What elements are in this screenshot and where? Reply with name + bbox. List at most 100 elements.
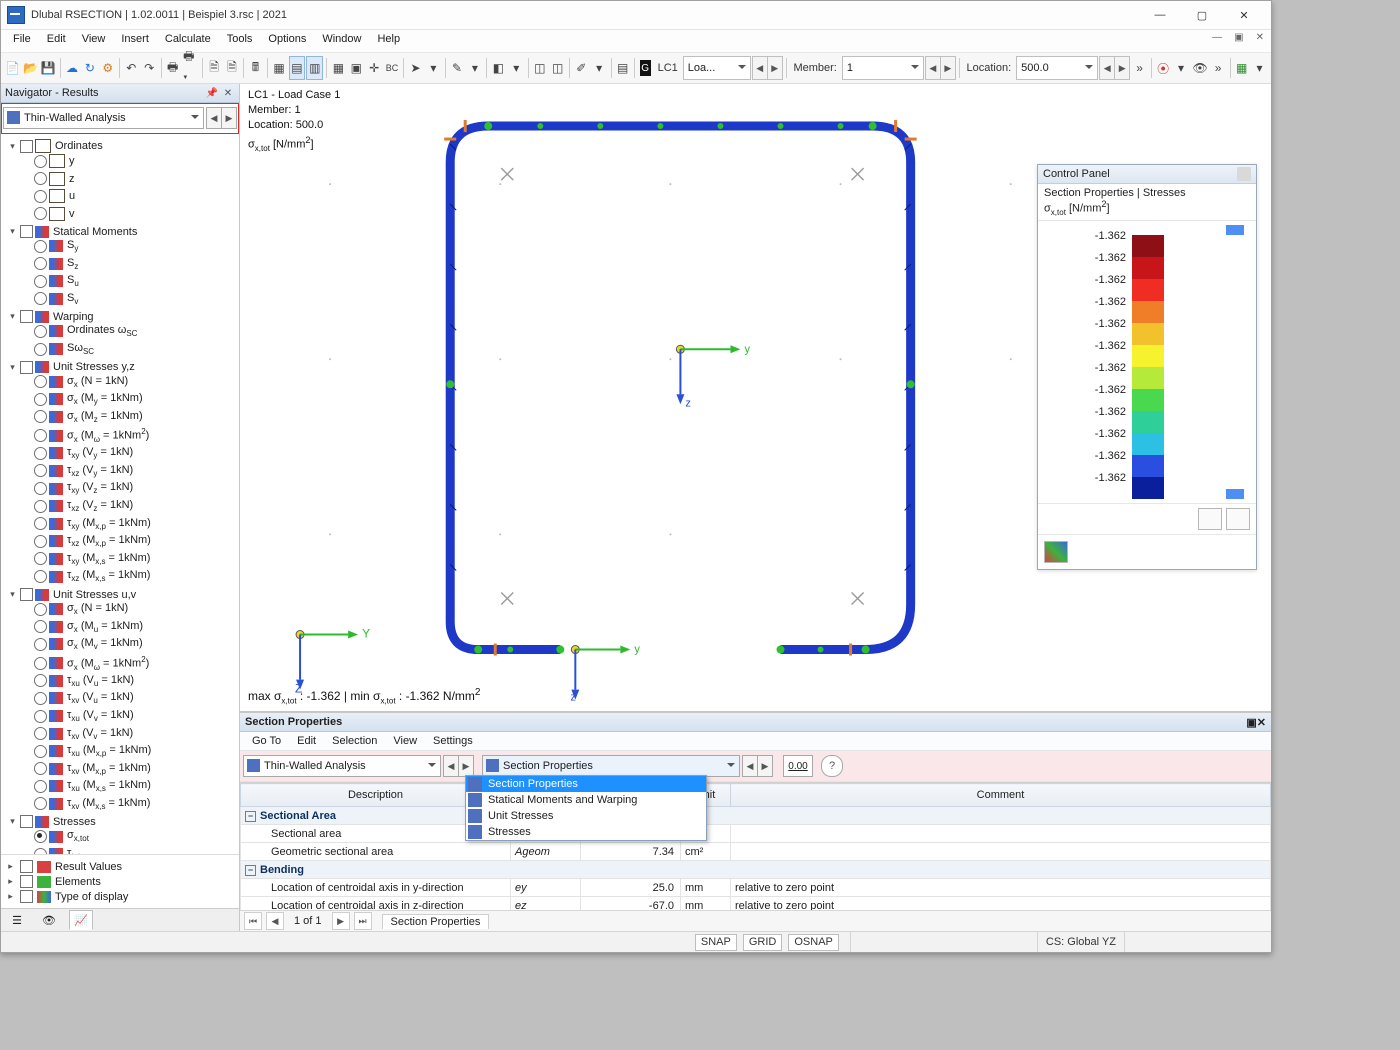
props-menu-edit[interactable]: Edit	[289, 734, 324, 748]
props-menu-view[interactable]: View	[385, 734, 425, 748]
tree-item[interactable]: τxy (Mx,s = 1kNm)	[21, 551, 237, 569]
tree-item[interactable]: Sz	[21, 256, 237, 274]
legend-handle-top[interactable]	[1226, 225, 1244, 235]
tree-item[interactable]: σx (Mu = 1kNm)	[21, 619, 237, 637]
tree-group-usuv[interactable]: ▾Unit Stresses u,vσx (N = 1kN)σx (Mu = 1…	[7, 587, 237, 814]
tree-item[interactable]: σx (Mω = 1kNm2)	[21, 654, 237, 673]
gear-icon[interactable]: ⚙	[99, 56, 116, 80]
arrow-dd-icon[interactable]: ▾	[425, 56, 442, 80]
lc-next[interactable]: ▶	[767, 56, 783, 80]
print-dd-icon[interactable]: 🖶▾	[182, 56, 199, 80]
print-icon[interactable]: 🖶	[164, 56, 181, 80]
props-pin-icon[interactable]: ▣	[1246, 716, 1256, 729]
view-wire-icon[interactable]: ▦	[271, 56, 288, 80]
mdi-max[interactable]: ▣	[1231, 32, 1246, 43]
menu-view[interactable]: View	[74, 30, 114, 52]
legend-handle-bottom[interactable]	[1226, 489, 1244, 499]
cloud-icon[interactable]: ☁	[64, 56, 81, 80]
panel-pin-icon[interactable]: 📌	[205, 86, 219, 100]
open-icon[interactable]: 📂	[22, 56, 39, 80]
tree-item[interactable]: τxu (Vv = 1kN)	[21, 708, 237, 726]
minimize-button[interactable]: —	[1139, 4, 1181, 26]
save-icon[interactable]: 💾	[40, 56, 57, 80]
table-row[interactable]: Location of centroidal axis in z-directi…	[241, 897, 1271, 911]
props-help-icon[interactable]: ?	[821, 755, 843, 777]
tree-group-statmom[interactable]: ▾Statical MomentsSySzSuSv	[7, 224, 237, 309]
toggle-snap[interactable]: SNAP	[695, 934, 737, 951]
location-dropdown[interactable]: 500.0	[1016, 56, 1098, 80]
nav-tab-data[interactable]: ☰	[5, 910, 29, 930]
menu-window[interactable]: Window	[314, 30, 369, 52]
tree-item[interactable]: Su	[21, 273, 237, 291]
tree-group-usyz[interactable]: ▾Unit Stresses y,zσx (N = 1kN)σx (My = 1…	[7, 360, 237, 587]
tree-item[interactable]: τxu (Vu = 1kN)	[21, 673, 237, 691]
tree-item[interactable]: σx (Mω = 1kNm2)	[21, 426, 237, 445]
redo-icon[interactable]: ↷	[141, 56, 158, 80]
tree-group-warp[interactable]: ▾WarpingOrdinates ωSCSωSC	[7, 309, 237, 359]
mdi-close[interactable]: ✕	[1253, 32, 1267, 43]
props-precision[interactable]: 0.00	[783, 755, 813, 777]
axis-icon[interactable]: ✛	[366, 56, 383, 80]
close-button[interactable]: ✕	[1223, 4, 1265, 26]
tree-item[interactable]: τxy (Mx,p = 1kNm)	[21, 516, 237, 534]
tree-item[interactable]: σx (My = 1kNm)	[21, 391, 237, 409]
wand-dd-icon[interactable]: ▾	[466, 56, 483, 80]
cp-collapse-icon[interactable]	[1237, 167, 1251, 181]
analysis-dropdown[interactable]: Thin-Walled Analysis	[3, 107, 204, 129]
cube-icon[interactable]: ◧	[490, 56, 507, 80]
props-table-dropdown[interactable]: Section Properties	[482, 755, 740, 777]
toggle-osnap[interactable]: OSNAP	[788, 934, 839, 951]
refresh-icon[interactable]: ↻	[81, 56, 98, 80]
tree-item[interactable]: SωSC	[21, 341, 237, 359]
overflow-icon[interactable]: »	[1131, 56, 1148, 80]
col-comment[interactable]: Comment	[731, 784, 1271, 807]
pager-tab[interactable]: Section Properties	[382, 914, 490, 929]
overflow2-icon[interactable]: »	[1210, 56, 1227, 80]
tree-item[interactable]: σx (N = 1kN)	[21, 601, 237, 619]
grid-icon[interactable]: ▦	[330, 56, 347, 80]
cp-btn-1[interactable]	[1198, 508, 1222, 530]
member-next[interactable]: ▶	[940, 56, 956, 80]
display-option[interactable]: ▸Result Values	[3, 859, 237, 874]
layers-icon[interactable]: ▤	[614, 56, 631, 80]
mdi-min[interactable]: —	[1209, 32, 1225, 43]
undo-icon[interactable]: ↶	[123, 56, 140, 80]
tree-item[interactable]: τxz (Vz = 1kN)	[21, 498, 237, 516]
control-panel[interactable]: Control Panel Section Properties | Stres…	[1037, 164, 1257, 570]
menu-insert[interactable]: Insert	[113, 30, 157, 52]
tree-item[interactable]: Sv	[21, 291, 237, 309]
tree-item[interactable]: τxv (Vv = 1kN)	[21, 726, 237, 744]
tree-item[interactable]: v	[21, 206, 237, 224]
tree-item[interactable]: τxz (Vy = 1kN)	[21, 463, 237, 481]
lc-prev[interactable]: ◀	[752, 56, 767, 80]
tree-item[interactable]: τxz (Mx,s = 1kNm)	[21, 568, 237, 586]
pager-prev[interactable]: ◀	[266, 912, 284, 930]
sel2-icon[interactable]: ◫	[549, 56, 566, 80]
nav-tab-results[interactable]: 📈	[69, 910, 93, 930]
calc-icon[interactable]: 🖩	[247, 56, 264, 80]
props-analysis-dropdown[interactable]: Thin-Walled Analysis	[243, 755, 441, 777]
tree-item[interactable]: σx,tot	[21, 828, 237, 846]
model-viewport[interactable]: LC1 - Load Case 1 Member: 1 Location: 50…	[240, 84, 1271, 712]
table-row[interactable]: −Bending	[241, 861, 1271, 879]
doc1-icon[interactable]: 🗎	[206, 56, 223, 80]
tree-item[interactable]: σx (N = 1kN)	[21, 374, 237, 392]
tree-item[interactable]: Ordinates ωSC	[21, 323, 237, 341]
table-row[interactable]: −Sectional Area	[241, 807, 1271, 825]
table-row[interactable]: Geometric sectional areaAgeom7.34cm²	[241, 843, 1271, 861]
magnet-icon[interactable]: ⦿	[1155, 56, 1172, 80]
pager-next[interactable]: ▶	[332, 912, 350, 930]
view-solid-icon[interactable]: ▥	[306, 56, 323, 80]
props-close-icon[interactable]: ✕	[1257, 716, 1266, 729]
menu-edit[interactable]: Edit	[39, 30, 74, 52]
view-shade-icon[interactable]: ▤	[289, 56, 306, 80]
tree-item[interactable]: σx (Mz = 1kNm)	[21, 409, 237, 427]
tree-item[interactable]: τxv (Vu = 1kN)	[21, 690, 237, 708]
props-analysis-prev[interactable]: ◀	[443, 755, 458, 777]
toggle-grid[interactable]: GRID	[743, 934, 783, 951]
pager-first[interactable]: ⏮	[244, 912, 262, 930]
props-menu-goto[interactable]: Go To	[244, 734, 289, 748]
new-icon[interactable]: 📄	[4, 56, 21, 80]
palette-icon[interactable]: ▦	[1233, 56, 1250, 80]
menu-tools[interactable]: Tools	[219, 30, 261, 52]
